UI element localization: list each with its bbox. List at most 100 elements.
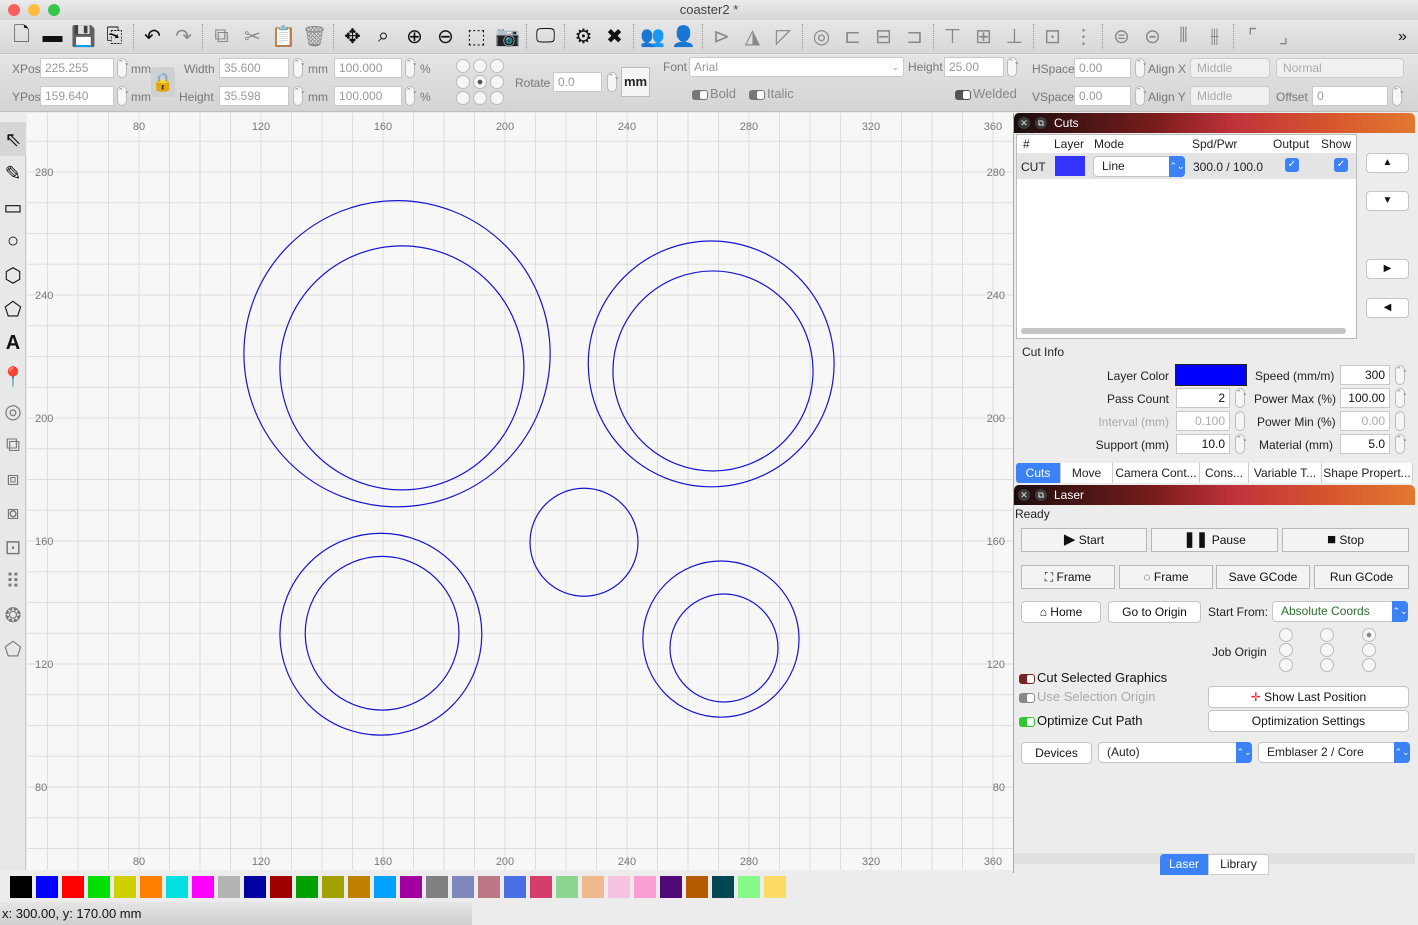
move-layer-right-button[interactable]: ▶: [1366, 259, 1409, 279]
palette-color-swatch[interactable]: [400, 876, 422, 898]
stop-button[interactable]: ■ Stop: [1282, 528, 1409, 552]
palette-color-swatch[interactable]: [270, 876, 292, 898]
pass-count-stepper[interactable]: ⌃⌄: [1235, 388, 1248, 408]
power-max-stepper[interactable]: ⌃⌄: [1395, 388, 1408, 408]
speed-stepper[interactable]: ⌃⌄: [1395, 365, 1408, 385]
offset-input[interactable]: 0: [1312, 86, 1388, 106]
mirror-diagonal-icon[interactable]: ◸: [768, 22, 799, 52]
palette-color-swatch[interactable]: [478, 876, 500, 898]
layer-color-button[interactable]: [1175, 364, 1247, 386]
origin-br-radio[interactable]: [490, 91, 504, 105]
palette-color-swatch[interactable]: [426, 876, 448, 898]
horizontal-scrollbar[interactable]: [1021, 328, 1346, 334]
job-origin-br-radio[interactable]: [1362, 658, 1376, 672]
camera-icon[interactable]: 📷: [492, 22, 523, 52]
palette-color-swatch[interactable]: [764, 876, 786, 898]
start-from-select[interactable]: Absolute Coords ⌃⌄: [1272, 601, 1408, 622]
boolean-intersection-tool-icon[interactable]: ⧇: [0, 496, 26, 530]
job-origin-bl-radio[interactable]: [1279, 658, 1293, 672]
xpos-input[interactable]: 225.255: [40, 58, 114, 78]
ypos-input[interactable]: 159.640: [40, 86, 114, 106]
pause-button[interactable]: ❚❚ Pause: [1151, 528, 1278, 552]
tab-move[interactable]: Move: [1061, 463, 1113, 483]
float-panel-icon[interactable]: ⧉: [1035, 489, 1047, 501]
job-origin-center-radio[interactable]: [1320, 643, 1334, 657]
layer-color-swatch[interactable]: [1055, 156, 1085, 176]
lock-aspect-icon[interactable]: 🔒: [151, 67, 175, 97]
boolean-difference-tool-icon[interactable]: ⧈: [0, 462, 26, 496]
minimize-window-button[interactable]: [28, 4, 40, 16]
show-checkbox[interactable]: ✓: [1334, 158, 1348, 172]
palette-color-swatch[interactable]: [244, 876, 266, 898]
palette-color-swatch[interactable]: [504, 876, 526, 898]
palette-color-swatch[interactable]: [36, 876, 58, 898]
palette-color-swatch[interactable]: [114, 876, 136, 898]
palette-color-swatch[interactable]: [374, 876, 396, 898]
ypos-stepper[interactable]: ⌃⌄: [117, 86, 130, 106]
cut-selected-toggle[interactable]: Cut Selected Graphics: [1019, 670, 1167, 685]
interval-stepper[interactable]: ⌃⌄: [1235, 411, 1248, 431]
frame-selection-icon[interactable]: ⬚: [461, 22, 492, 52]
target-icon[interactable]: ◎: [806, 22, 837, 52]
circle-shape[interactable]: [642, 560, 800, 718]
palette-color-swatch[interactable]: [166, 876, 188, 898]
align-left-icon[interactable]: ⊏: [837, 22, 868, 52]
text-style-select[interactable]: Normal: [1276, 58, 1404, 78]
scale-height-input[interactable]: 100.000: [334, 86, 402, 106]
boolean-union-tool-icon[interactable]: ⧉: [0, 428, 26, 462]
flip-horizontal-icon[interactable]: ⊳: [706, 22, 737, 52]
palette-color-swatch[interactable]: [10, 876, 32, 898]
job-origin-mr-radio[interactable]: [1362, 643, 1376, 657]
align-middle-v-icon[interactable]: ⊞: [968, 22, 999, 52]
rectangle-tool-icon[interactable]: ▭: [0, 190, 26, 224]
distribute-v-icon[interactable]: ⋮: [1068, 22, 1099, 52]
select-tool-icon[interactable]: ⇖: [0, 122, 26, 156]
make-same-width-icon[interactable]: ⊜: [1106, 22, 1137, 52]
bold-toggle[interactable]: Bold: [692, 86, 736, 101]
group-icon[interactable]: 👥: [637, 22, 668, 52]
pass-count-input[interactable]: 2: [1176, 388, 1230, 408]
palette-color-swatch[interactable]: [582, 876, 604, 898]
bottom-tab-laser[interactable]: Laser: [1160, 854, 1208, 875]
text-tool-icon[interactable]: A: [0, 326, 26, 360]
origin-ml-radio[interactable]: [456, 75, 470, 89]
origin-mr-radio[interactable]: [490, 75, 504, 89]
corner-bottom-right-icon[interactable]: ⌟: [1268, 22, 1299, 52]
distribute-h-icon[interactable]: ⊡: [1037, 22, 1068, 52]
align-top-icon[interactable]: ⊤: [937, 22, 968, 52]
cut-row[interactable]: CUT Line ⌃⌄ 300.0 / 100.0 ✓ ✓: [1017, 153, 1356, 179]
hspace-input[interactable]: 0.00: [1074, 58, 1131, 78]
palette-color-swatch[interactable]: [686, 876, 708, 898]
draw-lines-tool-icon[interactable]: ✎: [0, 156, 26, 190]
import-icon[interactable]: ⎘: [99, 22, 130, 52]
dock-right-icon[interactable]: ⫵: [1199, 22, 1230, 52]
hspace-stepper[interactable]: ⌃⌄: [1135, 58, 1148, 78]
weld-tool-icon[interactable]: ⊡: [0, 530, 26, 564]
vspace-stepper[interactable]: ⌃⌄: [1135, 86, 1148, 106]
circle-shape[interactable]: [529, 487, 639, 597]
redo-icon[interactable]: ↷: [168, 22, 199, 52]
mirror-icon[interactable]: ◮: [737, 22, 768, 52]
tab-camera-control[interactable]: Camera Cont...: [1113, 463, 1200, 483]
aligny-select[interactable]: Middle: [1190, 86, 1270, 106]
ellipse-tool-icon[interactable]: ○: [0, 224, 26, 258]
circle-shape[interactable]: [612, 270, 814, 472]
move-layer-down-button[interactable]: ▼: [1366, 191, 1409, 211]
origin-center-radio[interactable]: [473, 75, 487, 89]
power-max-input[interactable]: 100.00: [1340, 388, 1390, 408]
power-min-input[interactable]: 0.00: [1340, 411, 1390, 431]
go-to-origin-button[interactable]: Go to Origin: [1108, 601, 1201, 623]
scale-width-input[interactable]: 100.000: [334, 58, 402, 78]
circle-shape[interactable]: [669, 593, 779, 703]
make-same-height-icon[interactable]: ⊝: [1137, 22, 1168, 52]
position-laser-tool-icon[interactable]: 📍: [0, 360, 26, 394]
job-origin-ml-radio[interactable]: [1279, 643, 1293, 657]
dock-left-icon[interactable]: ⫴: [1168, 22, 1199, 52]
palette-color-swatch[interactable]: [452, 876, 474, 898]
new-file-icon[interactable]: 🗋: [6, 22, 37, 52]
palette-color-swatch[interactable]: [218, 876, 240, 898]
circle-shape[interactable]: [279, 532, 483, 736]
align-bottom-icon[interactable]: ⊥: [999, 22, 1030, 52]
palette-color-swatch[interactable]: [62, 876, 84, 898]
output-checkbox[interactable]: ✓: [1285, 158, 1299, 172]
